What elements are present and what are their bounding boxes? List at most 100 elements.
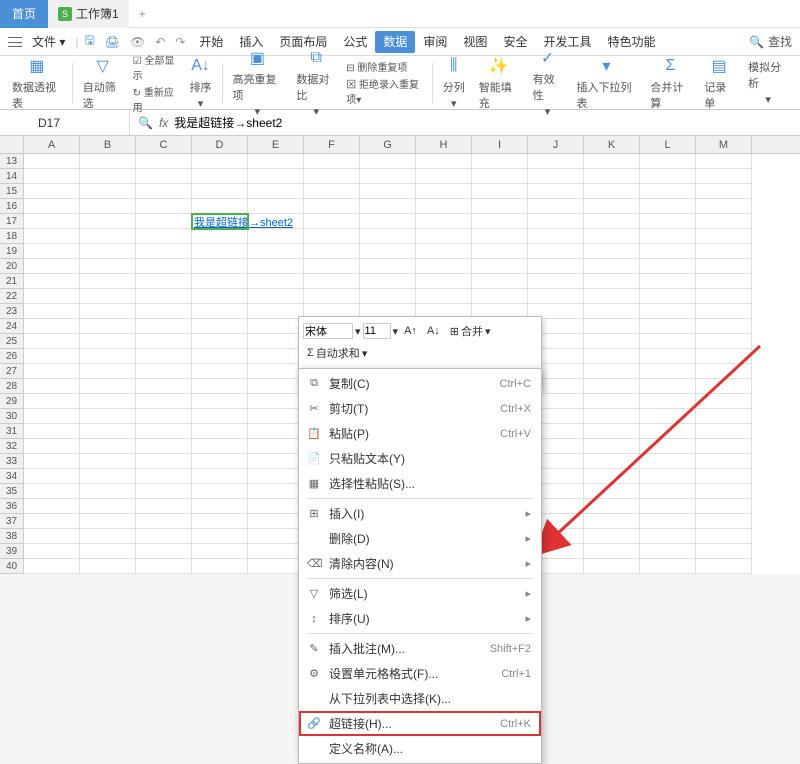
- font-size-input[interactable]: [363, 323, 391, 339]
- menu-item-label: 超链接(H)...: [329, 715, 392, 732]
- menu-item-label: 插入批注(M)...: [329, 640, 405, 657]
- tab-add-button[interactable]: +: [129, 7, 156, 21]
- menu-特色功能[interactable]: 特色功能: [599, 31, 663, 53]
- menu-item-label: 选择性粘贴(S)...: [329, 475, 415, 492]
- print-icon[interactable]: 🖨: [101, 35, 124, 49]
- undo-icon[interactable]: ↶: [151, 35, 169, 49]
- smartfill-icon: ✨: [488, 55, 510, 77]
- context-menu-item[interactable]: ⧉ 复制(C) Ctrl+C: [299, 371, 541, 396]
- ribbon: ▦数据透视表 ▽自动筛选 ☑ 全部显示 ↻ 重新应用 A↓排序▾ ▣高亮重复项▾…: [0, 56, 800, 110]
- menu-公式[interactable]: 公式: [335, 31, 375, 53]
- dropdown-icon: ▾: [595, 55, 617, 77]
- menu-item-icon: 📄: [307, 452, 321, 465]
- autosum-button[interactable]: Σ自动求和▾: [303, 343, 371, 363]
- dropdown-button[interactable]: ▾插入下拉列表: [573, 53, 641, 113]
- consolidate-button[interactable]: Σ合并计算: [646, 53, 694, 113]
- menu-item-icon: 📋: [307, 427, 321, 440]
- search-button[interactable]: 🔍 查找: [749, 33, 792, 50]
- context-menu-item[interactable]: 🔗超链接(H)...Ctrl+K: [299, 711, 541, 736]
- sort-button[interactable]: A↓排序▾: [186, 53, 216, 112]
- smartfill-button[interactable]: ✨智能填充: [475, 53, 523, 113]
- document-title: 工作簿1: [76, 5, 119, 22]
- whatif-button[interactable]: 模拟分析▾: [744, 57, 792, 108]
- save-icon[interactable]: 🖫: [81, 31, 99, 52]
- rejectdup-button[interactable]: ⊠ 拒绝录入重复项▾: [346, 76, 426, 106]
- context-menu-item[interactable]: ⌫清除内容(N)▸: [299, 551, 541, 576]
- filter-icon: ▽: [92, 55, 114, 77]
- titlebar: 首页 S 工作簿1 +: [0, 0, 800, 28]
- menu-item-shortcut: Ctrl+C: [500, 378, 531, 390]
- menu-item-label: 只粘贴文本(Y): [329, 450, 405, 467]
- context-menu-item[interactable]: 📄 只粘贴文本(Y): [299, 446, 541, 471]
- hamburger-icon[interactable]: [8, 37, 22, 47]
- formula-input[interactable]: [174, 116, 474, 130]
- menu-item-label: 复制(C): [329, 375, 370, 392]
- context-menu-item[interactable]: ✂剪切(T)Ctrl+X: [299, 396, 541, 421]
- context-menu-item[interactable]: 删除(D)▸: [299, 526, 541, 551]
- validation-icon: ✓: [537, 47, 559, 69]
- pivot-icon: ▦: [26, 55, 48, 77]
- reapply-button[interactable]: ↻ 重新应用: [133, 84, 180, 114]
- name-box[interactable]: D17: [30, 110, 130, 135]
- menu-item-icon: ⧉: [307, 377, 321, 390]
- menu-item-icon: ⚙: [307, 667, 321, 680]
- compare-icon: ⧉: [305, 47, 327, 69]
- autofilter-button[interactable]: ▽自动筛选: [79, 53, 127, 113]
- context-menu-item[interactable]: 从下拉列表中选择(K)...: [299, 686, 541, 711]
- record-button[interactable]: ▤记录单: [700, 53, 738, 113]
- menu-item-label: 删除(D): [329, 530, 370, 547]
- menu-item-label: 定义名称(A)...: [329, 740, 403, 757]
- decrease-font-icon[interactable]: A↓: [423, 323, 444, 339]
- menu-file[interactable]: 文件 ▾: [24, 29, 73, 54]
- font-name-input[interactable]: [303, 323, 353, 339]
- consolidate-icon: Σ: [659, 55, 681, 77]
- context-menu-item[interactable]: 定义名称(A)...: [299, 736, 541, 761]
- magnify-icon[interactable]: 🔍: [138, 116, 153, 130]
- menu-开始[interactable]: 开始: [191, 31, 231, 53]
- redo-icon[interactable]: ↷: [171, 35, 189, 49]
- menu-视图[interactable]: 视图: [455, 31, 495, 53]
- cell-D17[interactable]: 我是超链接→sheet2: [192, 214, 248, 229]
- context-menu-item[interactable]: ✎插入批注(M)...Shift+F2: [299, 636, 541, 661]
- validation-button[interactable]: ✓有效性▾: [529, 45, 567, 120]
- pivot-table-button[interactable]: ▦数据透视表: [8, 53, 66, 113]
- menu-item-icon: ⊞: [307, 507, 321, 520]
- context-menu-item[interactable]: 📋 粘贴(P) Ctrl+V: [299, 421, 541, 446]
- context-menu: ⧉ 复制(C) Ctrl+C ✂剪切(T)Ctrl+X 📋 粘贴(P) Ctrl+V 📄 只粘贴…: [298, 368, 542, 764]
- formula-bar: D17 🔍 fx: [0, 110, 800, 136]
- menu-item-icon: ▽: [307, 587, 321, 600]
- fx-label[interactable]: fx: [159, 116, 168, 130]
- menu-item-label: 从下拉列表中选择(K)...: [329, 690, 451, 707]
- menu-item-label: 粘贴(P): [329, 425, 369, 442]
- menu-item-label: 插入(I): [329, 505, 364, 522]
- subtotal-button[interactable]: ⫼分列▾: [439, 53, 469, 112]
- menu-item-shortcut: Ctrl+1: [501, 668, 531, 680]
- menu-item-label: 筛选(L): [329, 585, 368, 602]
- menu-数据[interactable]: 数据: [375, 31, 415, 53]
- context-menu-item[interactable]: ▽筛选(L)▸: [299, 581, 541, 606]
- datacompare-button[interactable]: ⧉数据对比▾: [292, 45, 340, 120]
- menu-item-shortcut: Shift+F2: [490, 643, 531, 655]
- menu-item-label: 设置单元格格式(F)...: [329, 665, 438, 682]
- menu-item-shortcut: Ctrl+V: [500, 428, 531, 440]
- merge-button[interactable]: ⊞合并▾: [446, 321, 495, 341]
- spreadsheet-grid[interactable]: ABCDEFGHIJKLM 1314151617我是超链接→sheet21819…: [0, 136, 800, 574]
- menu-item-label: 清除内容(N): [329, 555, 394, 572]
- removedup-button[interactable]: ⊟ 删除重复项: [346, 59, 426, 74]
- menu-item-shortcut: Ctrl+X: [500, 403, 531, 415]
- record-icon: ▤: [708, 55, 730, 77]
- preview-icon[interactable]: 👁: [126, 35, 149, 49]
- tab-document[interactable]: S 工作簿1: [48, 0, 129, 28]
- increase-font-icon[interactable]: A↑: [400, 323, 421, 339]
- tab-home[interactable]: 首页: [0, 0, 48, 28]
- context-menu-item[interactable]: ⚙ 设置单元格格式(F)... Ctrl+1: [299, 661, 541, 686]
- subtotal-icon: ⫼: [443, 55, 465, 77]
- showall-button[interactable]: ☑ 全部显示: [133, 52, 180, 82]
- context-menu-item[interactable]: ▦选择性粘贴(S)...: [299, 471, 541, 496]
- highlight-dup-button[interactable]: ▣高亮重复项▾: [228, 45, 286, 120]
- context-menu-item[interactable]: ⊞插入(I)▸: [299, 501, 541, 526]
- menu-item-icon: 🔗: [307, 717, 321, 730]
- menu-审阅[interactable]: 审阅: [415, 31, 455, 53]
- context-menu-item[interactable]: ↕排序(U)▸: [299, 606, 541, 631]
- menu-item-label: 排序(U): [329, 610, 370, 627]
